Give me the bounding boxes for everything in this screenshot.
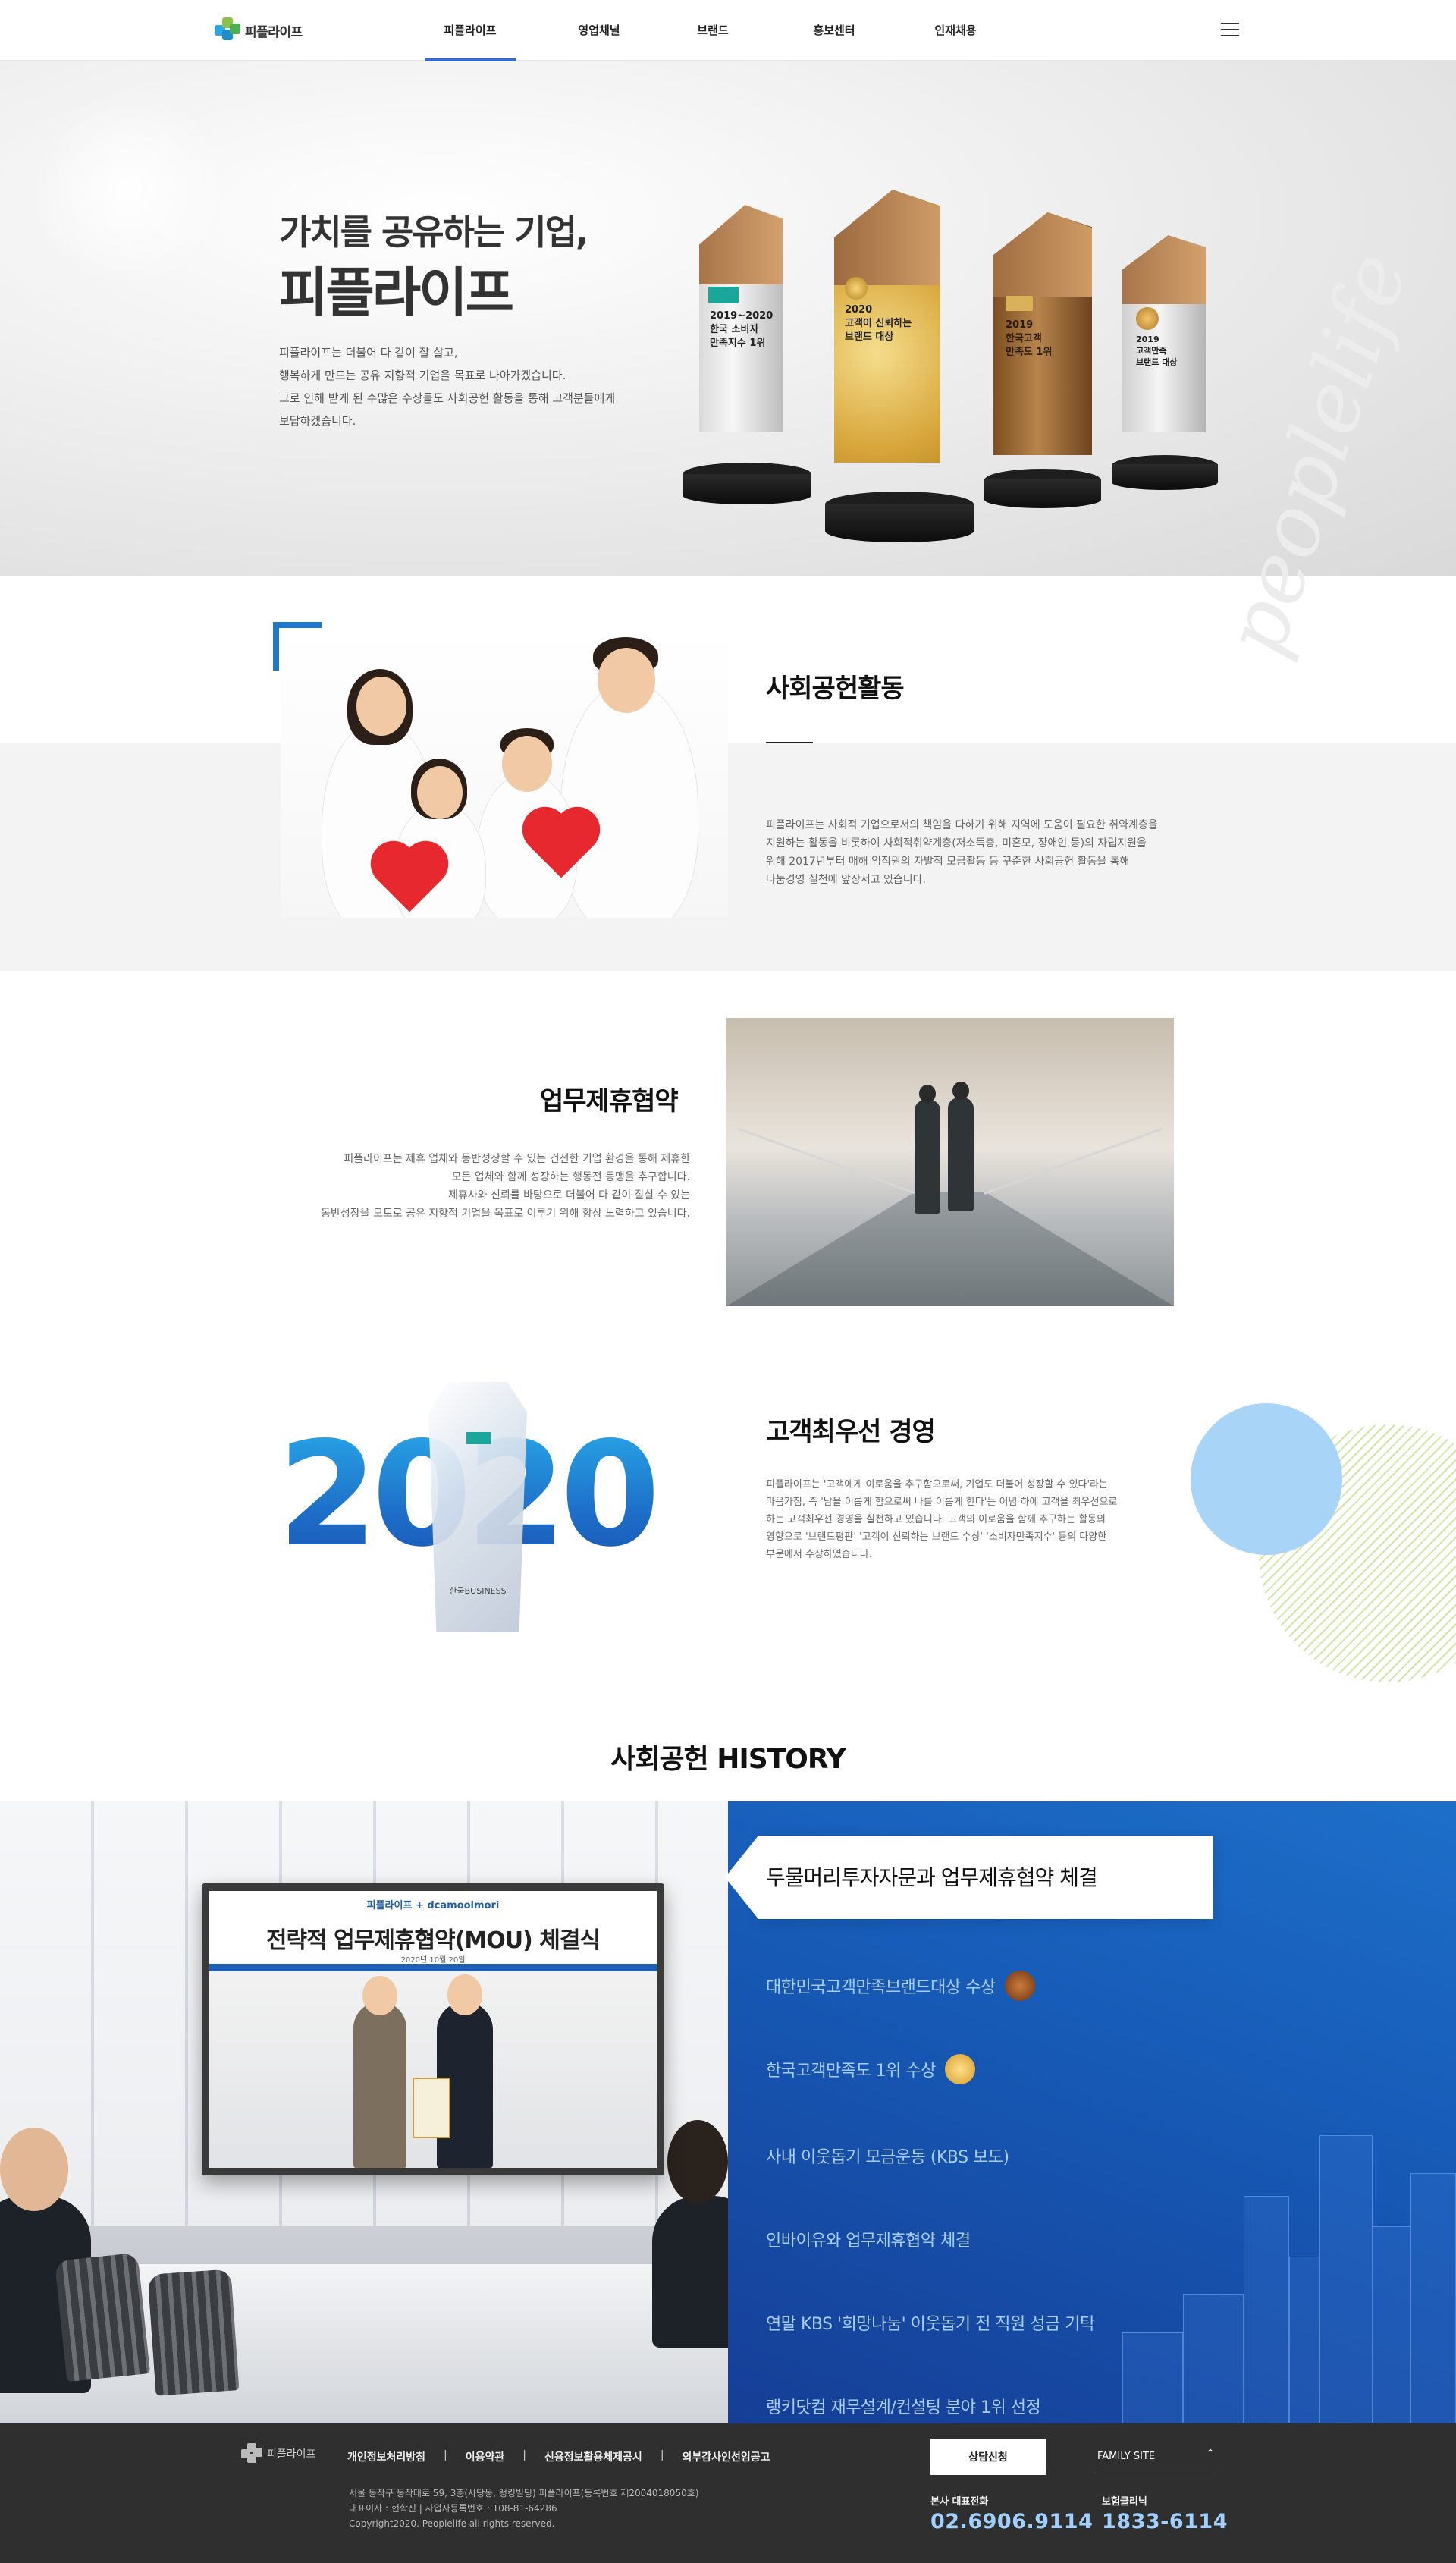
trophy-base	[984, 479, 1101, 508]
footer-link-credit-info[interactable]: 신용정보활용체제공시	[544, 2449, 642, 2464]
nav-item-pr-center[interactable]: 홍보센터	[789, 0, 880, 61]
history-heading: 사회공헌 HISTORY	[610, 1744, 846, 1775]
trophy-label: 2019 고객만족 브랜드 대상	[1136, 335, 1178, 367]
hero-title-line1: 가치를 공유하는 기업,	[279, 212, 588, 253]
hq-phone-label: 본사 대표전화	[930, 2496, 989, 2508]
trophy-base	[825, 504, 974, 542]
title-underline	[766, 742, 813, 743]
gold-medal-icon	[944, 2054, 975, 2084]
gold-medal-icon	[845, 277, 868, 300]
history-item[interactable]: 랭키닷컴 재무설계/컨설팅 분야 1위 선정	[766, 2394, 1041, 2418]
history-highlight-label: 두물머리투자자문과 업무제휴협약 체결	[766, 1865, 1098, 1890]
footer-link-auditor[interactable]: 외부감사인선임공고	[682, 2449, 770, 2464]
history-item[interactable]: 인바이유와 업무제휴협약 체결	[766, 2227, 971, 2251]
customer-description: 피플라이프는 '고객에게 이로움을 추구함으로써, 기업도 더불어 성장할 수 …	[766, 1479, 1118, 1560]
family-site-label: FAMILY SITE	[1097, 2451, 1156, 2462]
hero-title-line2: 피플라이프	[279, 262, 514, 324]
trophy-label: 2019 한국고객 만족도 1위	[1006, 319, 1053, 358]
partnership-title: 업무제휴협약	[540, 1086, 679, 1117]
screen-logos: 피플라이프 + dcamoolmori	[366, 1900, 500, 1911]
history-item[interactable]: 연말 KBS '희망나눔' 이웃돕기 전 직원 성금 기탁	[766, 2310, 1095, 2335]
history-highlight-item[interactable]: 두물머리투자자문과 업무제휴협약 체결	[725, 1836, 1213, 1919]
history-item[interactable]: 사내 이웃돕기 모금운동 (KBS 보도)	[766, 2144, 1009, 2168]
logo-text: 피플라이프	[245, 24, 303, 40]
medal-icon	[1136, 307, 1159, 330]
footer-link-terms[interactable]: 이용약관	[466, 2449, 505, 2464]
screen-title: 전략적 업무제휴협약(MOU) 체결식	[265, 1927, 601, 1954]
footer-logo-mark-icon	[241, 2443, 262, 2464]
chevron-up-icon: ⌃	[1206, 2448, 1215, 2460]
site-footer: 피플라이프 개인정보처리방침 | 이용약관 | 신용정보활용체제공시 | 외부감…	[0, 2423, 1456, 2563]
trophy-label: 2020 고객이 신뢰하는 브랜드 대상	[845, 304, 912, 343]
social-title: 사회공헌활동	[766, 674, 905, 704]
ksci-badge-icon	[708, 287, 739, 303]
hq-phone-number[interactable]: 02.6906.9114	[930, 2510, 1093, 2533]
history-item[interactable]: 대한민국고객만족브랜드대상 수상	[766, 1971, 1035, 2001]
menu-icon[interactable]	[1221, 23, 1239, 38]
hero-description: 피플라이프는 더불어 다 같이 잘 살고, 행복하게 만드는 공유 지향적 기업…	[279, 346, 616, 428]
trophy-label: 2019~2020 한국 소비자 만족지수 1위	[710, 310, 774, 349]
partnership-description: 피플라이프는 제휴 업체와 동반성장할 수 있는 건전한 기업 환경을 통해 제…	[321, 1153, 690, 1220]
award-logo-icon	[466, 1432, 491, 1444]
section-band	[0, 743, 1456, 971]
customer-title: 고객최우선 경영	[766, 1417, 936, 1447]
trophy-base	[1112, 464, 1218, 490]
decorative-circle	[1191, 1403, 1342, 1555]
nav-item-peoplelife[interactable]: 피플라이프	[425, 0, 516, 61]
trophy-consumer-satisfaction: 2019~2020 한국 소비자 만족지수 1위	[699, 205, 783, 432]
screen-date: 2020년 10월 20일	[400, 1956, 466, 1965]
social-description: 피플라이프는 사회적 기업으로서의 책임을 다하기 위해 지역에 도움이 필요한…	[766, 819, 1158, 886]
family-site-select[interactable]: FAMILY SITE ⌃	[1097, 2440, 1215, 2473]
nav-item-sales-channel[interactable]: 영업채널	[531, 0, 667, 61]
clinic-phone-number[interactable]: 1833-6114	[1102, 2510, 1228, 2533]
nav-item-recruit[interactable]: 인재채용	[910, 0, 1001, 61]
nav-item-brand[interactable]: 브랜드	[667, 0, 758, 61]
tv-screen-frame: 피플라이프 + dcamoolmori 전략적 업무제휴협약(MOU) 체결식 …	[202, 1883, 664, 2175]
logo[interactable]: 피플라이프	[215, 17, 303, 44]
consult-button[interactable]: 상담신청	[930, 2439, 1046, 2475]
light-flare	[30, 91, 228, 288]
logo-mark-icon	[215, 17, 240, 43]
trophy-base	[682, 474, 811, 504]
bronze-medal-icon	[1004, 1971, 1035, 2001]
tv-screen: 피플라이프 + dcamoolmori 전략적 업무제휴협약(MOU) 체결식 …	[209, 1891, 657, 2168]
history-item[interactable]: 한국고객만족도 1위 수상	[766, 2054, 975, 2084]
hero-section: 가치를 공유하는 기업, 피플라이프 피플라이프는 더불어 다 같이 잘 살고,…	[0, 61, 1456, 576]
footer-link-privacy[interactable]: 개인정보처리방침	[347, 2449, 425, 2464]
family-photo	[281, 630, 728, 918]
main-nav: 피플라이프 영업채널 브랜드 홍보센터 인재채용	[425, 0, 1001, 61]
trophy-trusted-brand: 2020 고객이 신뢰하는 브랜드 대상	[834, 190, 940, 463]
site-header: 피플라이프 피플라이프 영업채널 브랜드 홍보센터 인재채용	[0, 0, 1456, 61]
mou-photo	[209, 1971, 657, 2168]
clinic-phone-label: 보험클리닉	[1102, 2496, 1147, 2508]
company-info: 서울 동작구 동작대로 59, 3층(사당동, 랭킹빌딩) 피플라이프(등록번호…	[349, 2488, 699, 2529]
crystal-award-text: 한국BUSINESS	[449, 1586, 507, 1596]
badge-icon	[1006, 296, 1033, 311]
footer-logo[interactable]: 피플라이프	[241, 2443, 315, 2464]
trophy-brand-award: 2019 고객만족 브랜드 대상	[1122, 235, 1206, 432]
footer-logo-text: 피플라이프	[267, 2448, 316, 2461]
trophy-customer-satisfaction: 2019 한국고객 만족도 1위	[993, 212, 1092, 455]
footer-links: 개인정보처리방침 | 이용약관 | 신용정보활용체제공시 | 외부감사인선임공고	[347, 2449, 770, 2464]
partnership-photo	[726, 1018, 1174, 1306]
certificate	[413, 2078, 450, 2138]
